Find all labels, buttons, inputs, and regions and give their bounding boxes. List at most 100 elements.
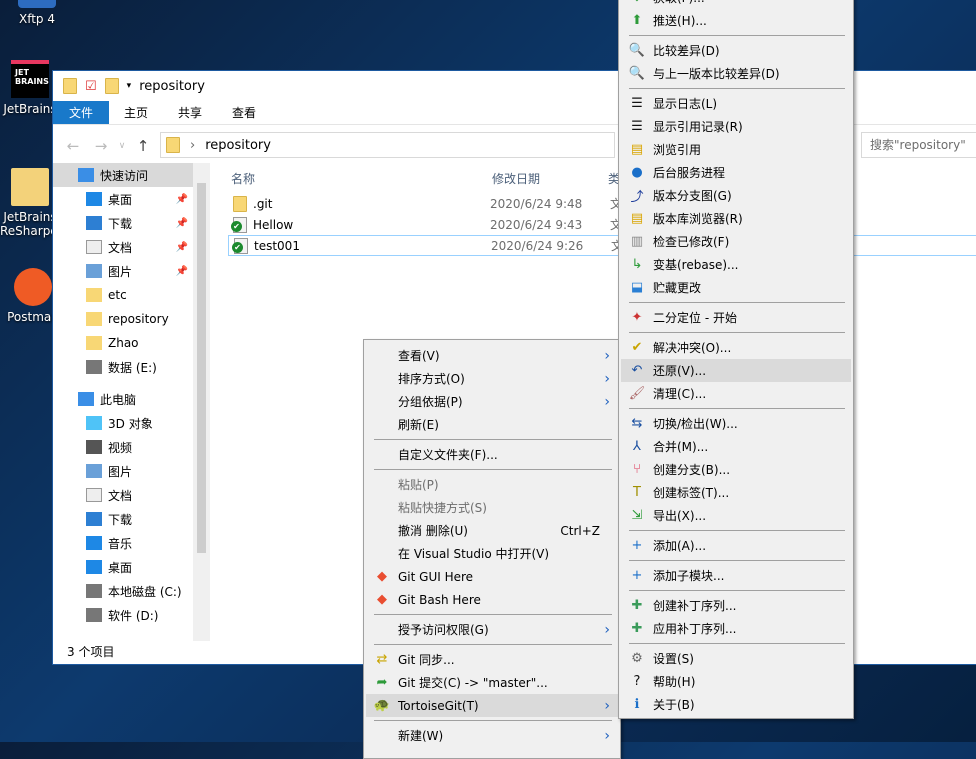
menu-item-s[interactable]: 粘贴快捷方式(S) <box>366 496 618 519</box>
desktop-icon-resharper[interactable]: JetBrains ReSharper <box>0 168 63 238</box>
nav-item[interactable]: 此电脑 <box>53 387 210 411</box>
menu-item-git-bash-here[interactable]: ◆ Git Bash Here <box>366 588 618 611</box>
menu-item-e[interactable]: 刷新(E) <box>366 413 618 436</box>
nav-item[interactable]: Zhao <box>53 331 210 355</box>
menu-item-visual-studio-v[interactable]: 在 Visual Studio 中打开(V) <box>366 542 618 565</box>
menu-item-s[interactable]: ⚙ 设置(S) <box>621 647 851 670</box>
menu-item-m[interactable]: ⅄ 合并(M)... <box>621 435 851 458</box>
nav-item[interactable]: 软件 (D:) <box>53 603 210 627</box>
pin-icon[interactable]: 📌 <box>176 266 188 277</box>
menu-item-item[interactable]: + 添加子模块... <box>621 564 851 587</box>
tortoise-icon: 🐢 <box>373 698 391 713</box>
nav-item[interactable]: 视频 <box>53 435 210 459</box>
menu-item-p[interactable]: 分组依据(P) › <box>366 390 618 413</box>
desktop-icon-jetbrains[interactable]: JET BRAINS JetBrains <box>0 60 60 116</box>
menu-item-o[interactable]: 排序方式(O) › <box>366 367 618 390</box>
nav-item[interactable]: 本地磁盘 (C:) <box>53 579 210 603</box>
nav-item[interactable]: 数据 (E:) <box>53 355 210 379</box>
nav-item[interactable]: 桌面 <box>53 555 210 579</box>
menu-item-f[interactable]: ⬇获取(F)... <box>621 0 851 9</box>
nav-item[interactable]: 3D 对象 <box>53 411 210 435</box>
nav-item[interactable]: 音乐 <box>53 531 210 555</box>
menu-item-f[interactable]: ▥ 检查已修改(F) <box>621 230 851 253</box>
menu-item-p[interactable]: 粘贴(P) <box>366 473 618 496</box>
menu-item-x[interactable]: ⇲ 导出(X)... <box>621 504 851 527</box>
recent-dropdown[interactable]: ∨ <box>115 141 129 151</box>
menu-item-g[interactable]: 授予访问权限(G) › <box>366 618 618 641</box>
menu-item-item[interactable]: ● 后台服务进程 <box>621 161 851 184</box>
nav-item[interactable]: 文档 <box>53 483 210 507</box>
nav-item[interactable]: 图片 📌 <box>53 259 210 283</box>
tab-share[interactable]: 共享 <box>163 101 217 124</box>
help-icon: ? <box>633 674 641 689</box>
menu-item-o[interactable]: ✔ 解决冲突(O)... <box>621 336 851 359</box>
new-folder-icon[interactable] <box>104 78 119 94</box>
nav-item[interactable]: 下载 <box>53 507 210 531</box>
pin-icon[interactable]: 📌 <box>176 242 188 253</box>
menu-item-r[interactable]: ☰ 显示引用记录(R) <box>621 115 851 138</box>
nav-item[interactable]: etc <box>53 283 210 307</box>
menu-item-tortoisegit-t[interactable]: 🐢 TortoiseGit(T) › <box>366 694 618 717</box>
menu-item-b[interactable]: ⑂ 创建分支(B)... <box>621 458 851 481</box>
menu-item-u[interactable]: 撤消 删除(U) Ctrl+Z <box>366 519 618 542</box>
menu-item-v[interactable]: 查看(V) › <box>366 344 618 367</box>
globe-icon: ● <box>631 165 643 180</box>
menu-item-r[interactable]: ▤ 版本库浏览器(R) <box>621 207 851 230</box>
up-button[interactable]: ↑ <box>129 137 157 155</box>
menu-item-h[interactable]: ⬆ 推送(H)... <box>621 9 851 32</box>
menu-item-l[interactable]: ☰ 显示日志(L) <box>621 92 851 115</box>
nav-item[interactable]: 快速访问 <box>53 163 210 187</box>
menu-item-item[interactable]: ✚ 创建补丁序列... <box>621 594 851 617</box>
menu-item-item[interactable]: ▤ 浏览引用 <box>621 138 851 161</box>
menu-item-c[interactable]: 🖌 清理(C)... <box>621 382 851 405</box>
menu-item-g[interactable]: ⤴ 版本分支图(G) <box>621 184 851 207</box>
nav-item[interactable]: 桌面 📌 <box>53 187 210 211</box>
menu-item-a[interactable]: + 添加(A)... <box>621 534 851 557</box>
tab-home[interactable]: 主页 <box>109 101 163 124</box>
customize-toolbar-icon[interactable]: ▾ <box>127 81 132 91</box>
menu-item-v[interactable]: ↶ 还原(V)... <box>621 359 851 382</box>
menu-item-t[interactable]: T 创建标签(T)... <box>621 481 851 504</box>
menu-item-d[interactable]: 🔍 与上一版本比较差异(D) <box>621 62 851 85</box>
menu-item-git-c-master[interactable]: ➦ Git 提交(C) -> "master"... <box>366 671 618 694</box>
desktop-icon-xftp[interactable]: Xftp 4 <box>7 0 67 26</box>
tab-view[interactable]: 查看 <box>217 101 271 124</box>
nav-scrollbar-thumb[interactable] <box>197 183 206 553</box>
menu-item-git-gui-here[interactable]: ◆ Git GUI Here <box>366 565 618 588</box>
menu-item-label: 二分定位 - 开始 <box>653 311 737 325</box>
menu-item-w[interactable]: 新建(W) › <box>366 724 618 747</box>
log-icon: ☰ <box>631 119 643 134</box>
forward-button[interactable]: → <box>87 137 115 155</box>
nav-item[interactable]: 文档 📌 <box>53 235 210 259</box>
menu-item-item[interactable]: ✦ 二分定位 - 开始 <box>621 306 851 329</box>
menu-item-f[interactable]: 自定义文件夹(F)... <box>366 443 618 466</box>
back-button[interactable]: ← <box>59 137 87 155</box>
column-date[interactable]: 修改日期 <box>490 170 608 187</box>
nav-item[interactable]: 下载 📌 <box>53 211 210 235</box>
menu-item-h[interactable]: ? 帮助(H) <box>621 670 851 693</box>
branch-icon: ⑂ <box>633 462 641 477</box>
menu-item-rebase[interactable]: ↳ 变基(rebase)... <box>621 253 851 276</box>
file-row[interactable]: Hellow2020/6/24 9:43文 <box>228 214 976 235</box>
menu-separator <box>621 587 851 594</box>
pin-icon[interactable]: 📌 <box>176 218 188 229</box>
breadcrumb-repository[interactable]: repository <box>205 138 271 153</box>
pin-icon[interactable]: 📌 <box>176 194 188 205</box>
menu-item-item[interactable]: ⬓ 贮藏更改 <box>621 276 851 299</box>
nav-item[interactable]: repository <box>53 307 210 331</box>
search-input[interactable]: 搜索"repository" <box>861 132 976 158</box>
menu-item-git[interactable]: ⇄ Git 同步... <box>366 648 618 671</box>
file-row[interactable]: .git 2020/6/24 9:48 文 <box>228 193 976 214</box>
address-bar[interactable]: › repository <box>160 132 615 158</box>
nav-item[interactable]: 图片 <box>53 459 210 483</box>
menu-separator <box>621 32 851 39</box>
column-name[interactable]: 名称 <box>228 170 490 187</box>
menu-item-item[interactable]: ✚ 应用补丁序列... <box>621 617 851 640</box>
menu-item-w[interactable]: ⇆ 切换/检出(W)... <box>621 412 851 435</box>
properties-icon[interactable]: ☑ <box>85 79 97 94</box>
tab-file[interactable]: 文件 <box>53 101 110 124</box>
menu-item-b[interactable]: ℹ 关于(B) <box>621 693 851 716</box>
file-row[interactable]: test0012020/6/24 9:26文 <box>228 235 976 256</box>
menu-item-d[interactable]: 🔍 比较差异(D) <box>621 39 851 62</box>
git-icon: ◆ <box>377 569 387 584</box>
